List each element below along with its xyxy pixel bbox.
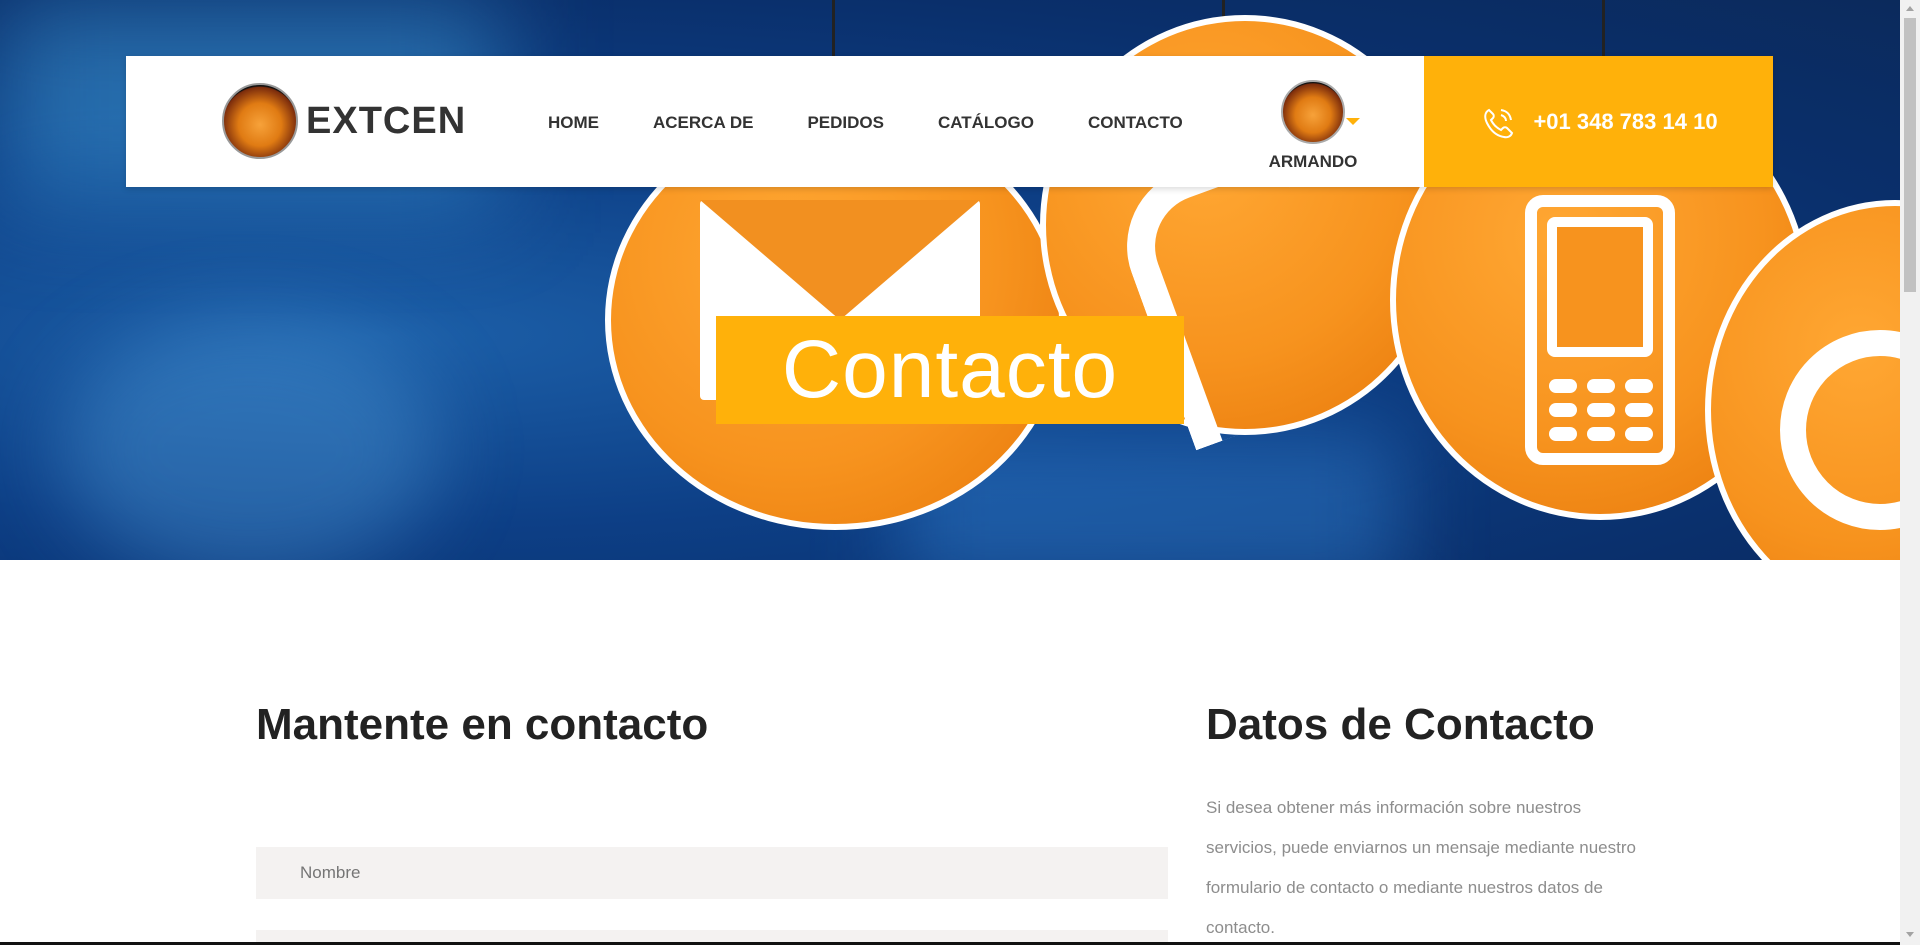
hanging-string [832, 0, 835, 60]
mobile-phone-icon [1525, 195, 1675, 465]
main-nav: HOME ACERCA DE PEDIDOS CATÁLOGO CONTACTO [548, 113, 1237, 133]
nav-catalogo[interactable]: CATÁLOGO [938, 113, 1034, 133]
logo-emblem-icon [222, 83, 298, 159]
contact-info-text: Si desea obtener más información sobre n… [1206, 798, 1636, 937]
mobile-keys [1549, 379, 1659, 441]
scrollbar-thumb[interactable] [1904, 18, 1916, 292]
nav-acerca-de[interactable]: ACERCA DE [653, 113, 753, 133]
hero-glow [60, 320, 440, 560]
scroll-up-icon[interactable] [1906, 6, 1914, 11]
brand-name: EXTCEN [306, 99, 467, 142]
hero-title-box: Contacto [716, 316, 1184, 424]
phone-contact[interactable]: +01 348 783 14 10 [1424, 56, 1773, 187]
nav-contacto[interactable]: CONTACTO [1088, 113, 1183, 133]
hero-title: Contacto [781, 324, 1119, 415]
mobile-screen [1547, 217, 1653, 357]
scroll-down-icon[interactable] [1906, 932, 1914, 937]
nav-pedidos[interactable]: PEDIDOS [807, 113, 884, 133]
chevron-down-icon[interactable] [1346, 118, 1360, 125]
name-input[interactable] [256, 847, 1168, 899]
phone-number: +01 348 783 14 10 [1533, 108, 1718, 134]
logo[interactable]: EXTCEN [222, 83, 466, 159]
user-name: ARMANDO [1268, 152, 1358, 171]
contact-info-heading: Datos de Contacto [1206, 700, 1595, 749]
contact-form-heading: Mantente en contacto [256, 700, 709, 749]
nav-home[interactable]: HOME [548, 113, 599, 133]
site-header: EXTCEN HOME ACERCA DE PEDIDOS CATÁLOGO C… [126, 56, 1773, 187]
avatar [1281, 80, 1345, 144]
phone-icon [1484, 108, 1514, 138]
user-menu[interactable]: ARMANDO [1258, 80, 1368, 172]
scrollbar[interactable] [1900, 0, 1920, 945]
